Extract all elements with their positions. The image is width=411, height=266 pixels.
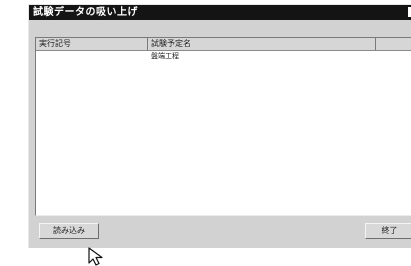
list-row[interactable]: 盤端工程 [36,51,411,61]
list-header: 実行記号 試験予定名 [36,38,411,51]
column-header-test-name[interactable]: 試験予定名 [148,38,376,50]
cell-test-name: 盤端工程 [151,52,179,60]
data-import-window: 試験データの吸い上げ 実行記号 試験予定名 盤端工程 読み込み 終了 [28,4,411,248]
close-button[interactable]: 終了 [365,223,411,239]
column-header-extra[interactable] [376,38,411,50]
title-bar: 試験データの吸い上げ [29,5,411,20]
window-title: 試験データの吸い上げ [33,7,138,18]
column-header-run-code[interactable]: 実行記号 [36,38,148,50]
arrow-pointer-icon [88,247,103,266]
read-button[interactable]: 読み込み [39,223,99,239]
test-data-list[interactable]: 実行記号 試験予定名 盤端工程 [35,37,411,216]
